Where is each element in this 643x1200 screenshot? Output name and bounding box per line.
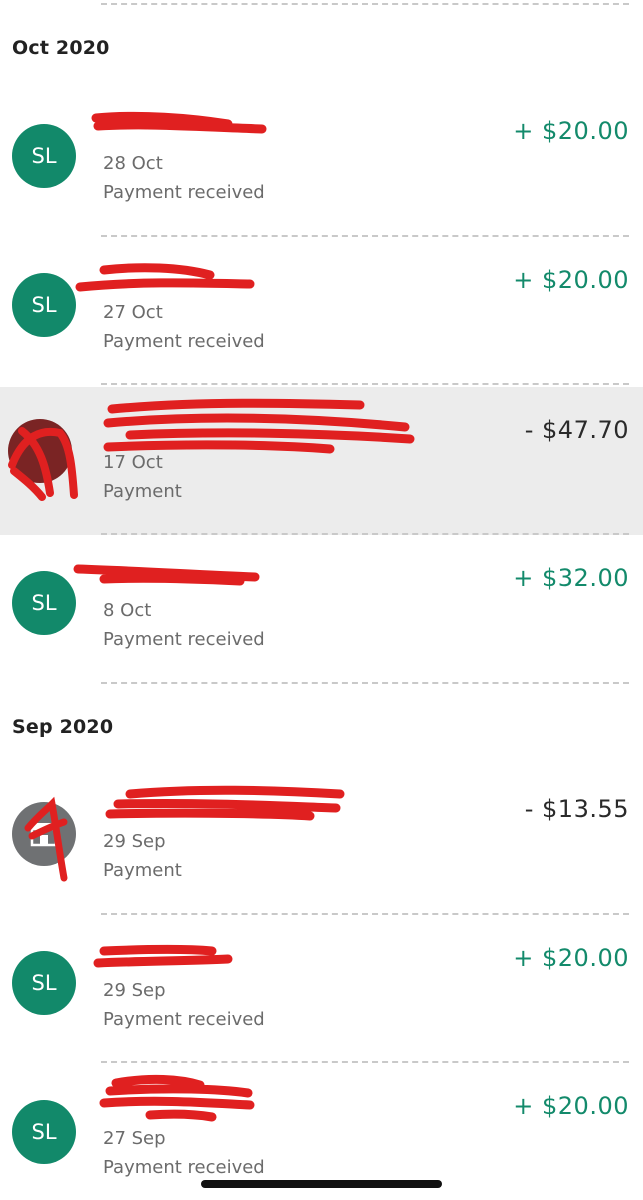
merchant-logo-avatar [8,419,72,483]
section-header-oct-2020: Oct 2020 [12,37,110,59]
transaction-row[interactable]: SL 27 Oct Payment received + $20.00 [0,237,643,385]
initials-avatar: SL [12,951,76,1015]
transaction-date: 8 Oct [103,600,152,621]
transaction-row[interactable]: SL 29 Sep Payment received + $20.00 [0,915,643,1063]
transaction-amount: + $20.00 [513,944,629,972]
transaction-type: Payment received [103,1157,265,1178]
row-divider [101,383,629,385]
transaction-date: 17 Oct [103,452,163,473]
transaction-amount: + $20.00 [513,117,629,145]
initials-avatar: SL [12,124,76,188]
redaction-scribble [93,945,233,968]
transaction-amount: - $13.55 [524,795,629,823]
home-indicator[interactable] [201,1180,442,1188]
transaction-type: Payment received [103,331,265,352]
redaction-scribble [91,111,267,134]
transaction-amount: + $32.00 [513,564,629,592]
transaction-date: 29 Sep [103,831,166,852]
transaction-amount: + $20.00 [513,1092,629,1120]
transaction-type: Payment [103,860,182,881]
store-glyph-icon [30,823,58,847]
transaction-amount: - $47.70 [524,416,629,444]
initials-avatar: SL [12,1100,76,1164]
transaction-type: Payment received [103,629,265,650]
store-icon [12,802,76,866]
transaction-type: Payment received [103,182,265,203]
transaction-row-selected[interactable]: 17 Oct Payment - $47.70 [0,387,643,535]
transaction-date: 27 Sep [103,1128,166,1149]
transaction-row[interactable]: 29 Sep Payment - $13.55 [0,766,643,914]
transaction-type: Payment received [103,1009,265,1030]
row-divider [101,3,629,5]
redaction-scribble [8,398,415,501]
transaction-amount: + $20.00 [513,266,629,294]
transaction-date: 27 Oct [103,302,163,323]
section-header-sep-2020: Sep 2020 [12,716,114,738]
transaction-row[interactable]: SL 8 Oct Payment received + $32.00 [0,535,643,683]
transaction-date: 28 Oct [103,153,163,174]
initials-avatar: SL [12,273,76,337]
row-divider [101,682,629,684]
transaction-type: Payment [103,481,182,502]
initials-avatar: SL [12,571,76,635]
redaction-scribble [24,785,345,882]
transaction-row[interactable]: SL 28 Oct Payment received + $20.00 [0,88,643,236]
redaction-scribble [73,564,260,586]
redaction-scribble [75,263,255,292]
transaction-date: 29 Sep [103,980,166,1001]
activity-screen: Oct 2020 SL 28 Oct Payment received + $2… [0,0,643,1200]
